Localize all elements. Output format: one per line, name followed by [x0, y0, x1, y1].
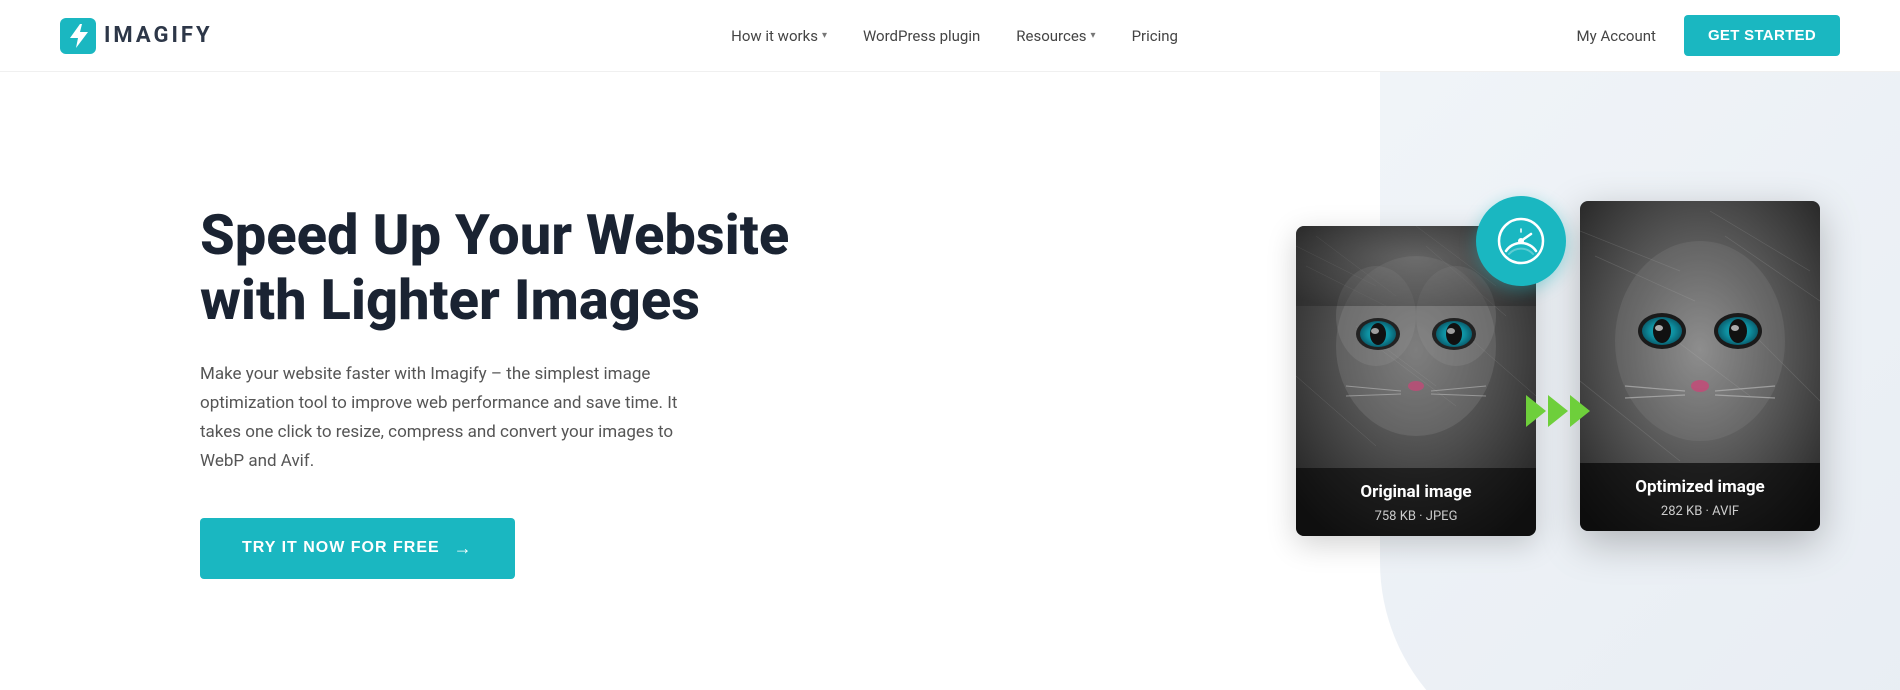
green-arrows-icon — [1526, 395, 1590, 427]
arrow-icon: → — [454, 538, 473, 559]
nav-links: How it works ▾ WordPress plugin Resource… — [731, 27, 1178, 45]
speed-gauge-icon — [1476, 196, 1566, 286]
nav-right: My Account GET STARTED — [1577, 15, 1840, 56]
arrow2 — [1548, 395, 1568, 427]
nav-how-it-works[interactable]: How it works ▾ — [731, 27, 827, 45]
arrow1 — [1526, 395, 1546, 427]
hero-section: Speed Up Your Website with Lighter Image… — [0, 72, 1900, 690]
original-image-wrapper: Original image 758 KB · JPEG — [1296, 226, 1536, 536]
navbar: IMAGIFY How it works ▾ WordPress plugin … — [0, 0, 1900, 72]
get-started-button[interactable]: GET STARTED — [1684, 15, 1840, 56]
logo[interactable]: IMAGIFY — [60, 18, 213, 54]
original-image-label: Original image 758 KB · JPEG — [1296, 468, 1536, 536]
image-comparison: Original image 758 KB · JPEG — [1296, 226, 1820, 536]
nav-wordpress-plugin[interactable]: WordPress plugin — [863, 27, 980, 45]
hero-title: Speed Up Your Website with Lighter Image… — [200, 203, 789, 332]
hero-description: Make your website faster with Imagify – … — [200, 360, 700, 476]
nav-pricing[interactable]: Pricing — [1132, 27, 1178, 45]
arrows-between — [1526, 395, 1590, 427]
logo-text: IMAGIFY — [104, 23, 213, 48]
optimized-image-label: Optimized image 282 KB · AVIF — [1580, 463, 1820, 531]
try-free-button[interactable]: TRY IT NOW FOR FREE → — [200, 518, 515, 579]
logo-icon — [60, 18, 96, 54]
chevron-down-icon: ▾ — [822, 30, 827, 41]
chevron-down-icon: ▾ — [1091, 30, 1096, 41]
optimized-image-card: Optimized image 282 KB · AVIF — [1580, 201, 1820, 531]
hero-content: Speed Up Your Website with Lighter Image… — [200, 203, 789, 578]
my-account-link[interactable]: My Account — [1577, 27, 1656, 45]
arrow3 — [1570, 395, 1590, 427]
optimized-image-wrapper: Optimized image 282 KB · AVIF — [1580, 231, 1820, 531]
nav-resources[interactable]: Resources ▾ — [1016, 27, 1095, 45]
